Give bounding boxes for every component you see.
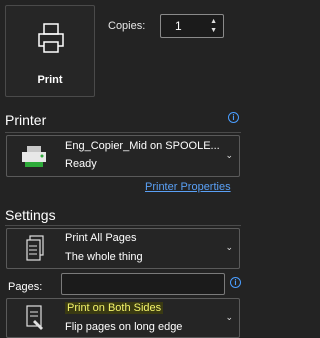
printer-icon xyxy=(38,23,64,53)
printer-status: Ready xyxy=(65,158,97,170)
duplex-icon xyxy=(26,305,43,330)
duplex-title-wrap: Print on Both Sides xyxy=(65,302,164,314)
printer-section-title: Printer xyxy=(5,112,47,128)
printer-properties-link[interactable]: Printer Properties xyxy=(145,181,231,193)
settings-section-title: Settings xyxy=(5,207,56,223)
pages-input[interactable] xyxy=(61,273,225,295)
printer-device-icon xyxy=(22,146,46,167)
chevron-down-icon: ⌄ xyxy=(225,242,233,252)
print-range-subtitle: The whole thing xyxy=(65,251,143,263)
print-button[interactable]: Print xyxy=(5,5,95,97)
chevron-down-icon: ⌄ xyxy=(225,150,233,160)
copies-value[interactable]: 1 xyxy=(175,19,182,33)
printer-info-icon[interactable]: i xyxy=(228,112,239,123)
pages-info-icon[interactable]: i xyxy=(230,277,241,288)
print-range-title: Print All Pages xyxy=(65,232,137,244)
print-button-label: Print xyxy=(37,74,63,86)
chevron-down-icon: ⌄ xyxy=(225,312,233,322)
copies-stepper[interactable]: 1 ▲ ▼ xyxy=(160,14,224,38)
settings-divider xyxy=(5,225,241,226)
duplex-dropdown[interactable]: Print on Both Sides Flip pages on long e… xyxy=(6,298,240,338)
copies-label: Copies: xyxy=(108,20,146,32)
printer-divider xyxy=(5,132,241,133)
printer-dropdown[interactable]: Eng_Copier_Mid on SPOOLE... Ready ⌄ xyxy=(6,135,240,177)
duplex-subtitle: Flip pages on long edge xyxy=(65,321,183,333)
duplex-title: Print on Both Sides xyxy=(65,302,164,314)
copies-spin-buttons[interactable]: ▲ ▼ xyxy=(210,17,217,35)
pages-icon xyxy=(26,235,44,261)
print-range-dropdown[interactable]: Print All Pages The whole thing ⌄ xyxy=(6,228,240,269)
pages-label: Pages: xyxy=(8,281,43,293)
printer-name: Eng_Copier_Mid on SPOOLE... xyxy=(65,140,220,152)
